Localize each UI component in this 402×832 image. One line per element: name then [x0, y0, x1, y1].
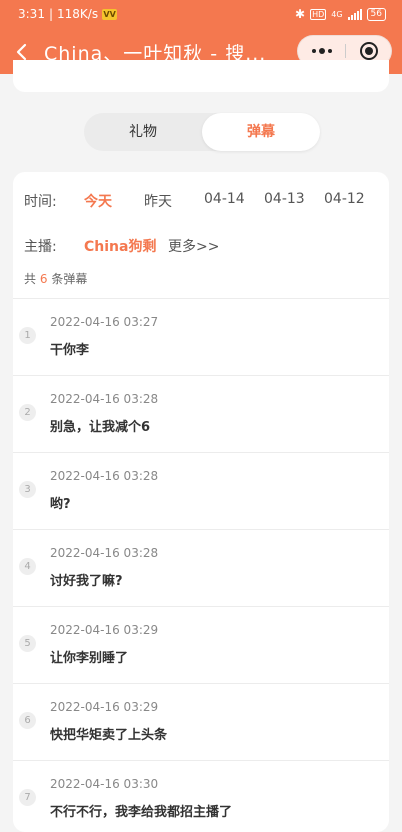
message-text: 让你李别睡了: [50, 651, 129, 666]
message-time: 2022-04-16 03:28: [50, 469, 159, 483]
list-item: 2 2022-04-16 03:28 别急，让我减个6: [13, 375, 389, 452]
index-badge: 3: [19, 481, 36, 498]
message-text: 讨好我了嘛?: [50, 574, 123, 589]
index-badge: 5: [19, 635, 36, 652]
danmu-card: 时间: 今天 昨天 04-14 04-13 04-12 主播: China狗剩 …: [13, 172, 389, 832]
message-time: 2022-04-16 03:28: [50, 392, 159, 406]
list-item: 3 2022-04-16 03:28 哟?: [13, 452, 389, 529]
host-label: 主播:: [24, 239, 57, 255]
message-text: 干你李: [50, 343, 90, 358]
message-time: 2022-04-16 03:29: [50, 700, 159, 714]
message-time: 2022-04-16 03:28: [50, 546, 159, 560]
tab-gift[interactable]: 礼物: [84, 113, 202, 151]
message-text: 别急，让我减个6: [50, 420, 151, 435]
host-name[interactable]: China狗剩: [84, 236, 156, 256]
date-today[interactable]: 今天: [84, 191, 112, 211]
previous-card: [13, 60, 389, 92]
status-time: 3:31: [18, 7, 45, 21]
message-text: 哟?: [50, 497, 71, 512]
message-text: 快把华矩卖了上头条: [50, 728, 168, 743]
index-badge: 1: [19, 327, 36, 344]
app-badge-icon: VV: [102, 8, 118, 20]
danmu-count: 共 6 条弹幕: [24, 272, 88, 286]
list-item: 7 2022-04-16 03:30 不行不行，我李给我都招主播了: [13, 760, 389, 832]
list-item: 5 2022-04-16 03:29 让你李别睡了: [13, 606, 389, 683]
network-type: 4G: [331, 9, 343, 19]
list-item: 4 2022-04-16 03:28 讨好我了嘛?: [13, 529, 389, 606]
index-badge: 7: [19, 789, 36, 806]
signal-icon: [347, 8, 362, 20]
index-badge: 4: [19, 558, 36, 575]
list-item: 6 2022-04-16 03:29 快把华矩卖了上头条: [13, 683, 389, 760]
battery-icon: 56: [366, 7, 386, 21]
hd-icon: HD: [310, 8, 327, 20]
message-time: 2022-04-16 03:29: [50, 623, 159, 637]
list-item: 1 2022-04-16 03:27 干你李: [13, 298, 389, 375]
host-filter: 主播: China狗剩 更多>>: [24, 236, 384, 256]
tab-switch: 礼物 弹幕: [84, 113, 320, 151]
index-badge: 6: [19, 712, 36, 729]
message-text: 不行不行，我李给我都招主播了: [50, 805, 233, 820]
time-label: 时间:: [24, 194, 57, 210]
date-0413[interactable]: 04-13: [264, 191, 305, 207]
bluetooth-icon: ✱: [295, 7, 306, 21]
index-badge: 2: [19, 404, 36, 421]
close-target-icon[interactable]: [360, 42, 378, 60]
date-filter: 时间: 今天 昨天 04-14 04-13 04-12: [24, 191, 384, 211]
more-hosts-link[interactable]: 更多>>: [168, 236, 219, 256]
message-time: 2022-04-16 03:27: [50, 315, 159, 329]
date-0414[interactable]: 04-14: [204, 191, 245, 207]
status-bar: 3:31 | 118K/s VV ✱ HD 4G 56: [0, 0, 402, 30]
message-time: 2022-04-16 03:30: [50, 777, 159, 791]
network-speed: 118K/s: [57, 7, 99, 21]
date-0412[interactable]: 04-12: [324, 191, 365, 207]
danmu-list: 1 2022-04-16 03:27 干你李 2 2022-04-16 03:2…: [13, 298, 389, 832]
tab-danmu[interactable]: 弹幕: [202, 113, 320, 151]
date-yesterday[interactable]: 昨天: [144, 191, 172, 211]
